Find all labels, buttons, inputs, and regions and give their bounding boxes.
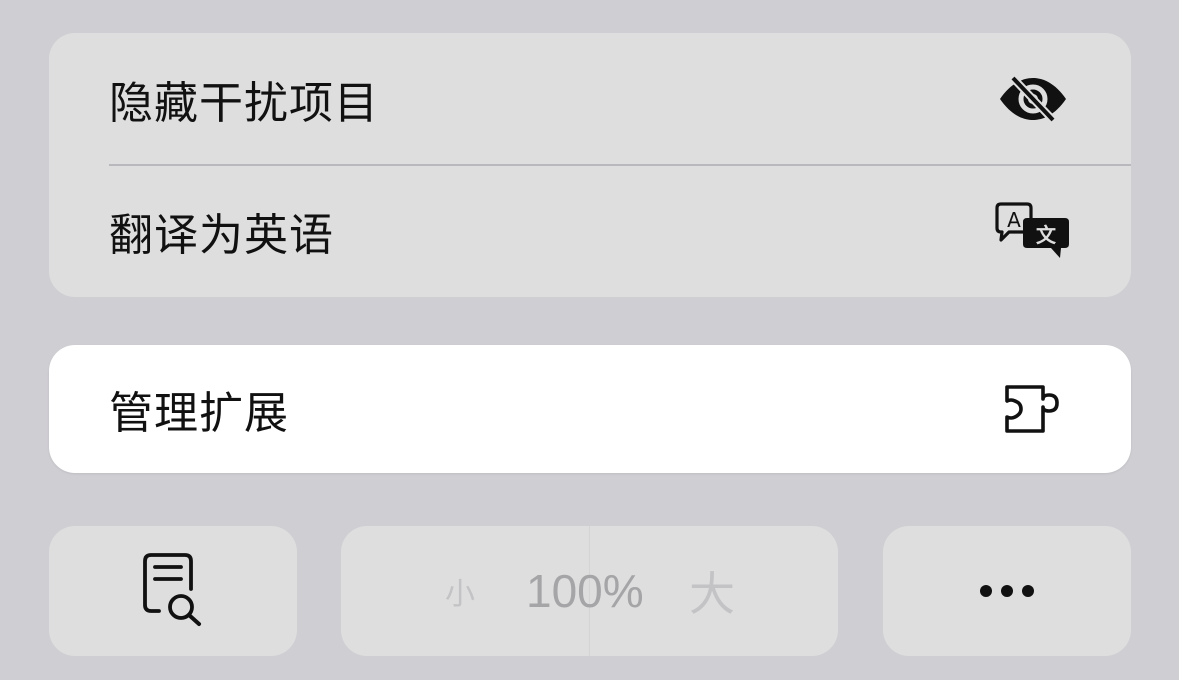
zoom-level: 100% (526, 565, 644, 617)
zoom-in-button[interactable]: 大 (689, 558, 735, 624)
puzzle-piece-icon (993, 377, 1073, 441)
manage-extensions-label: 管理扩展 (109, 388, 289, 439)
svg-text:A: A (1007, 208, 1021, 232)
more-button[interactable] (883, 526, 1131, 656)
document-search-icon (141, 551, 205, 631)
menu-group: 隐藏干扰项目 翻译为英语 A 文 (49, 33, 1131, 297)
zoom-control: 小 100% 大 (341, 526, 838, 656)
reader-view-button[interactable] (49, 526, 297, 656)
translate-icon: A 文 (993, 199, 1073, 263)
translate-to-english-label: 翻译为英语 (109, 210, 334, 261)
hide-distracting-items-label: 隐藏干扰项目 (109, 78, 379, 129)
ellipsis-icon (980, 585, 1034, 597)
eye-slash-icon (993, 67, 1073, 131)
svg-text:文: 文 (1036, 223, 1057, 247)
extensions-group: 管理扩展 (49, 345, 1131, 473)
hide-distracting-items-row[interactable]: 隐藏干扰项目 (49, 33, 1131, 165)
page-menu-sheet: 隐藏干扰项目 翻译为英语 A 文 管理扩展 小 100% 大 (0, 0, 1179, 680)
zoom-out-button[interactable]: 小 (445, 569, 475, 613)
translate-to-english-row[interactable]: 翻译为英语 A 文 (49, 165, 1131, 297)
manage-extensions-row[interactable]: 管理扩展 (49, 345, 1131, 473)
